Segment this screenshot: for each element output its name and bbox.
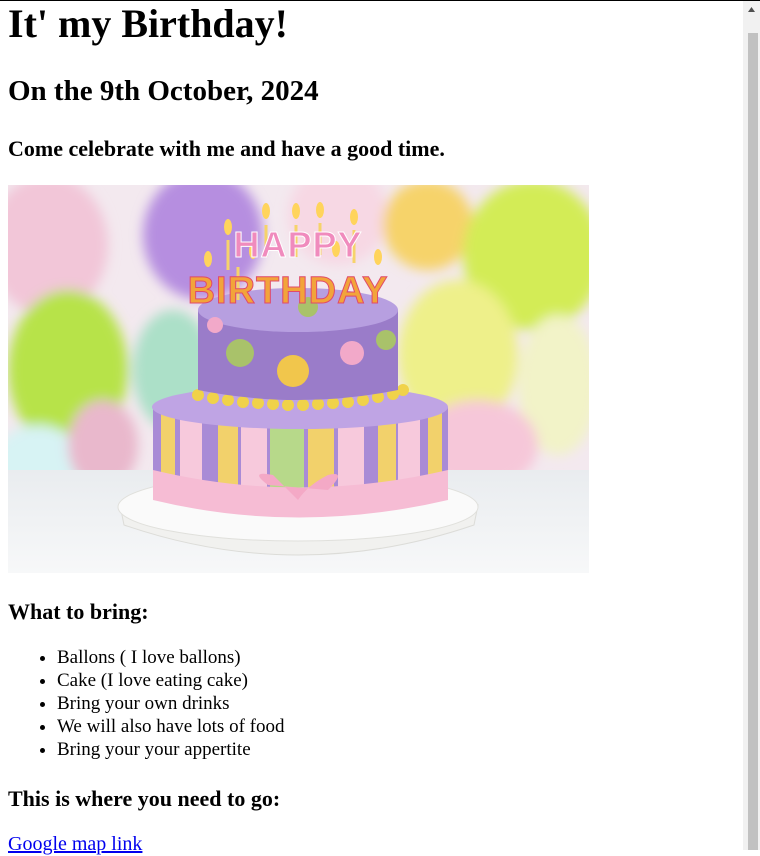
cake-happy-text: HAPPY: [233, 224, 362, 265]
vertical-scrollbar[interactable]: [743, 1, 760, 850]
list-item: Bring your your appertite: [57, 738, 743, 761]
scroll-up-arrow-icon[interactable]: [743, 1, 760, 18]
location-heading: This is where you need to go:: [8, 786, 281, 811]
event-date: On the 9th October, 2024: [8, 75, 319, 107]
page-content: It' my Birthday! On the 9th October, 202…: [8, 1, 743, 856]
list-item: Cake (I love eating cake): [57, 669, 743, 692]
google-map-link[interactable]: Google map link: [8, 833, 142, 856]
page-title: It' my Birthday!: [8, 1, 288, 46]
list-item: Ballons ( I love ballons): [57, 646, 743, 669]
invite-text: Come celebrate with me and have a good t…: [8, 136, 445, 161]
list-item: Bring your own drinks: [57, 692, 743, 715]
what-to-bring-heading: What to bring:: [8, 599, 149, 624]
cake-birthday-text: BIRTHDAY: [188, 270, 389, 312]
bring-list: Ballons ( I love ballons) Cake (I love e…: [8, 646, 743, 761]
list-item: We will also have lots of food: [57, 715, 743, 738]
birthday-cake-image: HAPPY BIRTHDAY: [8, 185, 589, 573]
scrollbar-thumb[interactable]: [748, 33, 758, 850]
